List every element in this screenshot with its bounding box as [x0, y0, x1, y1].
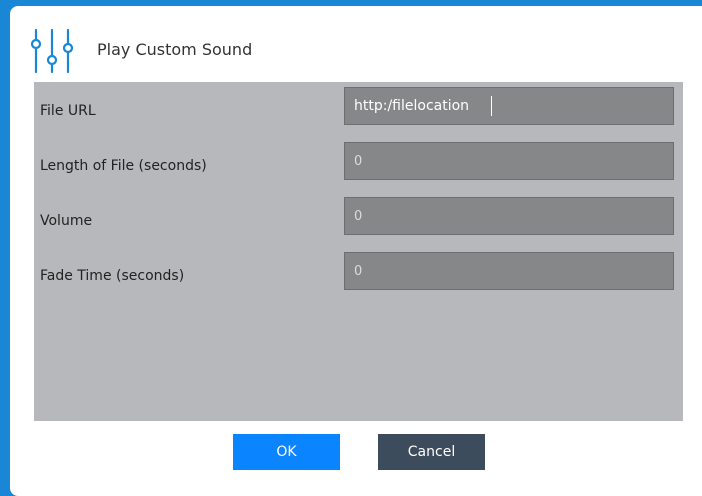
- file-length-input[interactable]: [344, 142, 674, 180]
- sliders-icon: [30, 28, 74, 76]
- fade-time-label: Fade Time (seconds): [40, 268, 185, 284]
- text-cursor: [491, 96, 492, 116]
- volume-label: Volume: [40, 213, 93, 229]
- volume-input[interactable]: [344, 197, 674, 235]
- dialog-header: Play Custom Sound: [10, 6, 702, 84]
- ok-button[interactable]: OK: [233, 434, 340, 470]
- dialog-title: Play Custom Sound: [97, 40, 253, 59]
- play-custom-sound-dialog: Play Custom Sound File URL Length of Fil…: [10, 6, 702, 496]
- form-panel: File URL Length of File (seconds) Volume…: [34, 82, 683, 421]
- fade-time-input[interactable]: [344, 252, 674, 290]
- file-url-label: File URL: [40, 103, 96, 119]
- file-url-input[interactable]: [344, 87, 674, 125]
- cancel-button[interactable]: Cancel: [378, 434, 485, 470]
- file-length-label: Length of File (seconds): [40, 158, 207, 174]
